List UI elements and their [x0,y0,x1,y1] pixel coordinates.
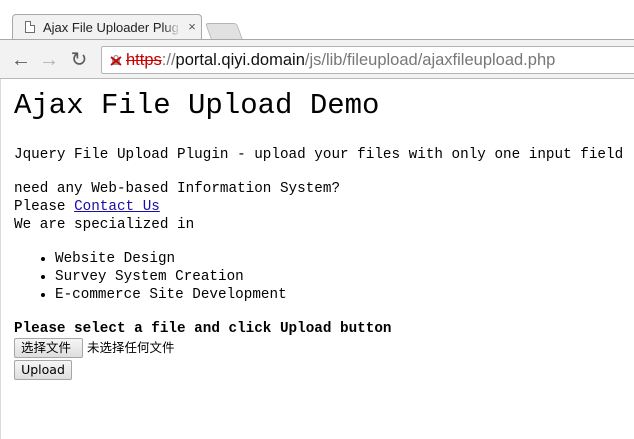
tab-title: Ajax File Uploader Plugin [43,20,178,35]
need-system-text: need any Web-based Information System? [14,181,341,197]
description-text: Jquery File Upload Plugin - upload your … [14,147,624,163]
no-file-chosen-text: 未选择任何文件 [87,340,175,355]
close-icon[interactable]: × [185,20,199,34]
url-separator: :// [161,51,176,69]
tab-strip: Ajax File Uploader Plugin × [0,0,634,40]
forward-arrow-icon[interactable]: → [38,49,60,71]
services-list: Website Design Survey System Creation E-… [35,250,287,304]
specialized-text: We are specialized in [14,217,195,233]
reload-icon[interactable]: ↻ [68,49,90,71]
browser-tab[interactable]: Ajax File Uploader Plugin × [12,14,202,40]
page-title: Ajax File Upload Demo [14,89,380,122]
please-text: Please [14,199,75,215]
url-path: /js/lib/fileupload/ajaxfileupload.php [304,51,556,69]
tab-title-fade [163,19,181,37]
address-bar[interactable]: https://portal.qiyi.domain/js/lib/fileup… [101,46,634,74]
url-text: https://portal.qiyi.domain/js/lib/fileup… [126,50,555,70]
contact-us-link[interactable]: Contact Us [74,199,160,215]
list-item: E-commerce Site Development [55,286,287,304]
please-contact-line: Please Contact Us [14,198,160,216]
list-item: Survey System Creation [55,268,287,286]
list-item: Website Design [55,250,287,268]
new-tab-button[interactable] [204,23,244,40]
browser-toolbar: ← → ↻ https://portal.qiyi.domain/js/lib/… [0,39,634,79]
insecure-lock-icon [110,54,122,66]
page-icon [25,21,35,33]
page-content: Ajax File Upload Demo Jquery File Upload… [0,79,634,439]
upload-button[interactable]: Upload [14,360,72,380]
url-host: portal.qiyi.domain [175,51,305,69]
upload-prompt: Please select a file and click Upload bu… [14,321,392,337]
back-arrow-icon[interactable]: ← [10,49,32,71]
url-scheme: https [126,51,162,69]
choose-file-button[interactable]: 选择文件 [14,338,83,358]
